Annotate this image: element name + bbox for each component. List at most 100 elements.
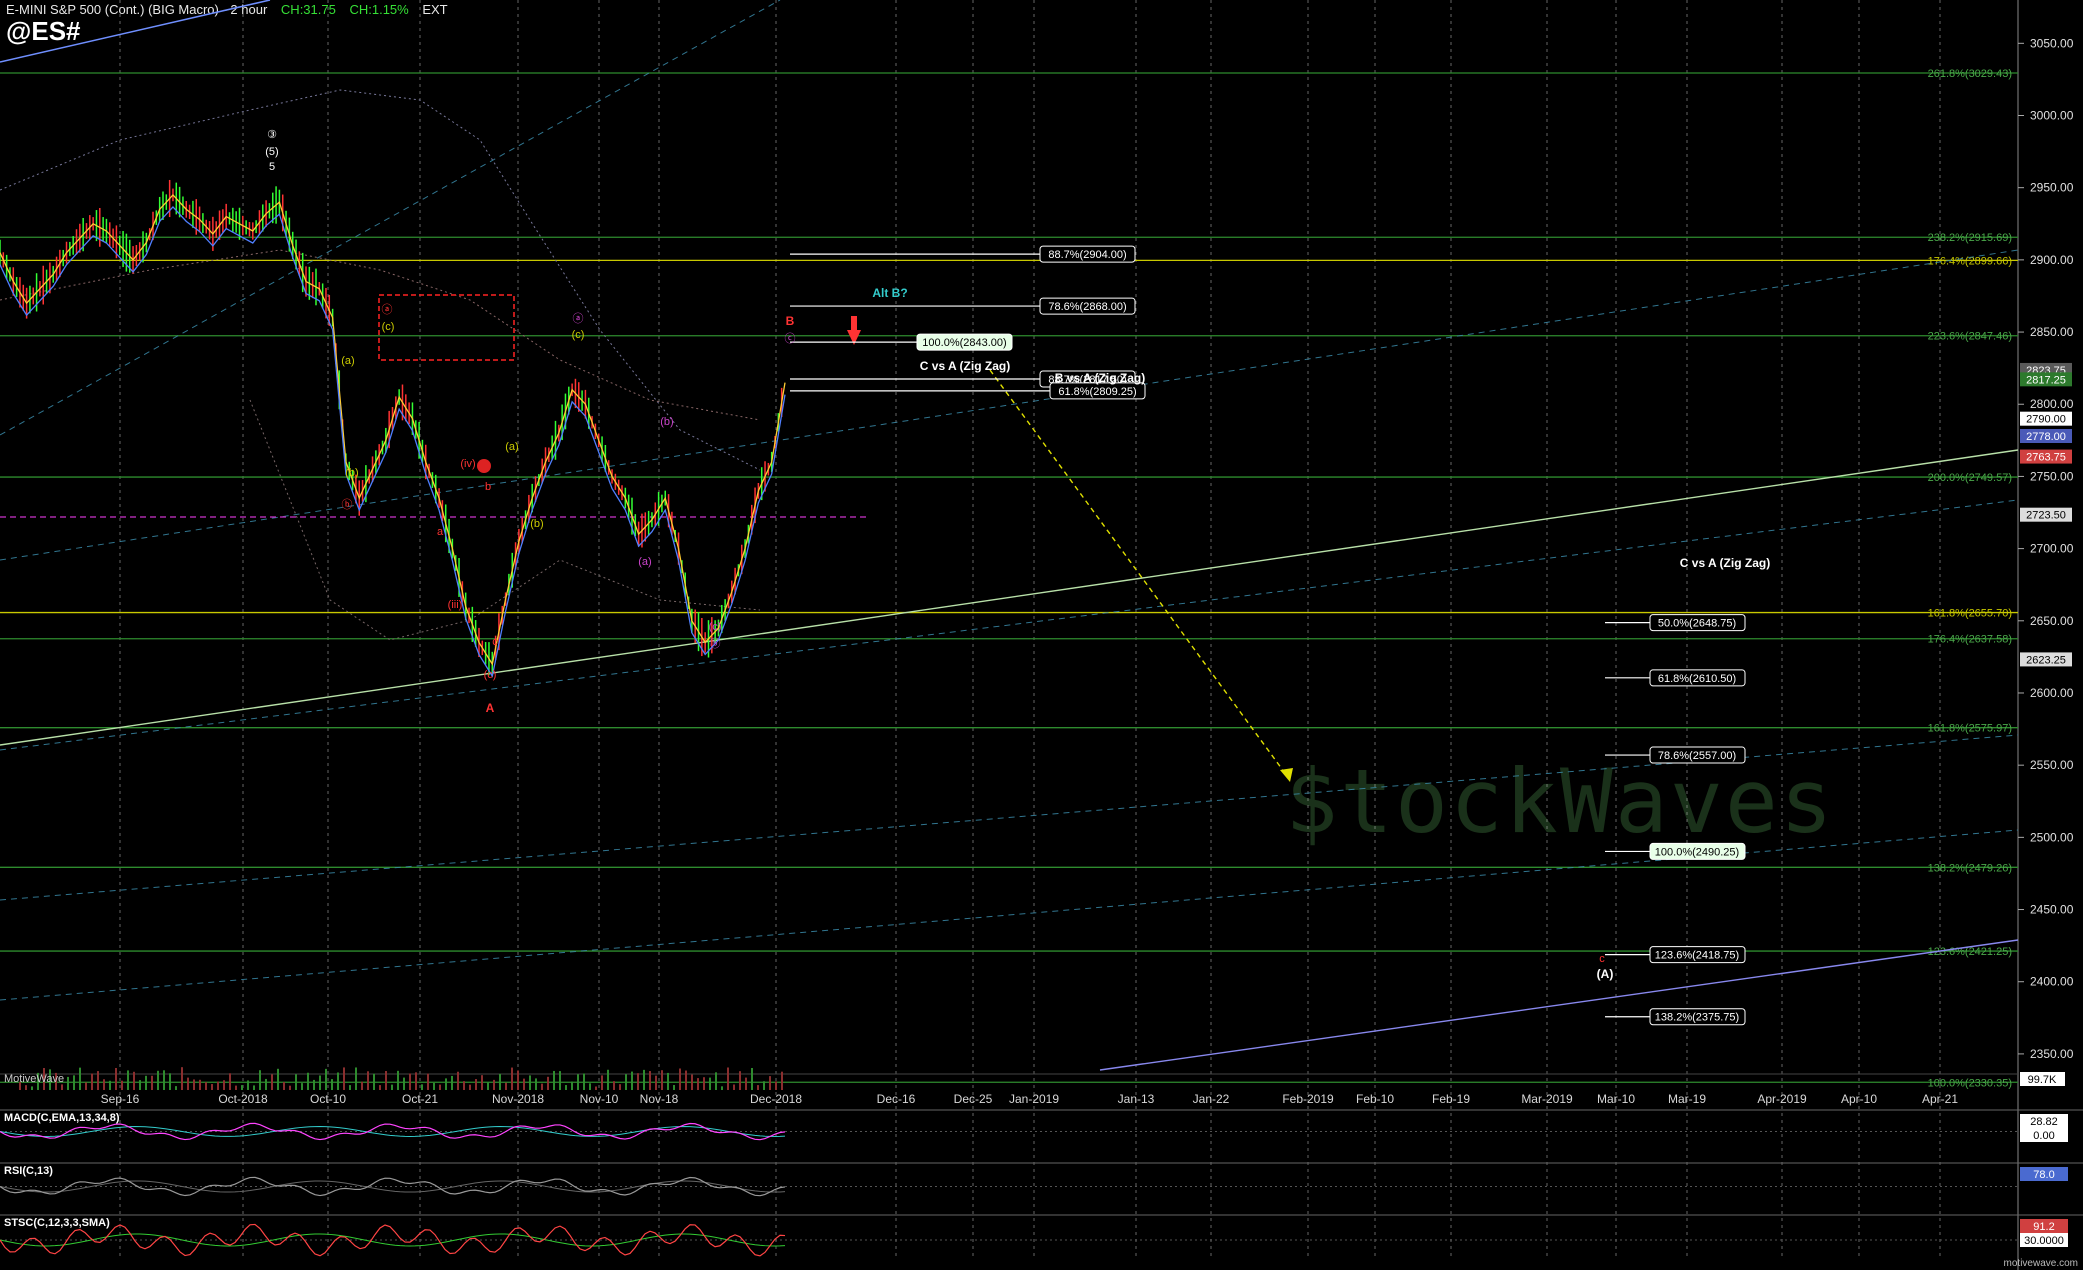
x-tick-label: Nov-2018: [492, 1092, 544, 1106]
indicator-name: STSC(C,12,3,3,SMA): [4, 1217, 110, 1229]
projection-path: [989, 369, 1291, 781]
indicator-line: [0, 1122, 786, 1141]
fib-label: 161.8%(2655.70): [1928, 608, 2012, 620]
indicator-name: MACD(C,EMA,13,34,8): [4, 1112, 120, 1124]
wave-label: C vs A (Zig Zag): [920, 359, 1010, 373]
x-tick-label: Mar-10: [1597, 1092, 1635, 1106]
x-tick-label: Oct-10: [310, 1092, 346, 1106]
x-tick-label: Jan-22: [1193, 1092, 1230, 1106]
wave-label: (iv): [460, 458, 475, 470]
axis-price-text: 2817.25: [2026, 374, 2066, 386]
wave-label: a: [437, 526, 444, 538]
wave-label: ③: [267, 129, 277, 141]
axis-price-text: 2790.00: [2026, 414, 2066, 426]
axis-price-text: 2723.50: [2026, 510, 2066, 522]
wave-label: (c): [572, 329, 585, 341]
y-tick-label: 2400.00: [2030, 975, 2074, 989]
x-tick-label: Nov-18: [640, 1092, 679, 1106]
wave-label: (iii): [448, 599, 463, 611]
x-tick-label: Feb-19: [1432, 1092, 1470, 1106]
axis-price-text: 2623.25: [2026, 654, 2066, 666]
channel-line: [0, 249, 2019, 561]
x-tick-label: Mar-19: [1668, 1092, 1706, 1106]
wave-label: (c): [382, 321, 395, 333]
fib-label: 261.8%(3029.43): [1928, 68, 2012, 80]
y-tick-label: 2350.00: [2030, 1047, 2074, 1061]
wave-label: B: [786, 314, 795, 328]
wave-label: ⓒ: [785, 332, 796, 345]
y-tick-label: 3000.00: [2030, 108, 2074, 122]
envelope-curve: [0, 249, 761, 421]
indicator-line: [0, 1176, 786, 1197]
x-tick-label: Oct-2018: [218, 1092, 268, 1106]
indicator-line: [0, 1126, 786, 1137]
target-label: 100.0%(2490.25): [1655, 846, 1739, 858]
indicator-value: 30.0000: [2024, 1235, 2064, 1247]
axis-price-text: 2778.00: [2026, 431, 2066, 443]
wave-label: (b): [345, 467, 358, 479]
x-tick-label: Dec-2018: [750, 1092, 802, 1106]
projection-arrow: [1280, 768, 1293, 782]
x-tick-label: Feb-10: [1356, 1092, 1394, 1106]
x-tick-label: Apr-10: [1841, 1092, 1877, 1106]
y-tick-label: 2950.00: [2030, 181, 2074, 195]
fib-label: 161.8%(2575.97): [1928, 723, 2012, 735]
wave-label: c: [492, 636, 498, 648]
wave-label: (b): [530, 518, 543, 530]
x-tick-label: Jan-2019: [1009, 1092, 1059, 1106]
wave-label: (a): [505, 441, 518, 453]
wave-label: ⓐ: [573, 312, 584, 325]
wave-label: (a): [341, 355, 354, 367]
wave-label: (A): [1597, 967, 1614, 981]
y-tick-label: 2550.00: [2030, 758, 2074, 772]
x-tick-label: Nov-10: [580, 1092, 619, 1106]
fib-label: 200.0%(2749.57): [1928, 472, 2012, 484]
wave-label: ⓑ: [710, 637, 721, 650]
chart-window: { "header": { "title": "E-MINI S&P 500 (…: [0, 0, 2083, 1270]
x-tick-label: Dec-16: [877, 1092, 916, 1106]
x-tick-label: Apr-2019: [1757, 1092, 1807, 1106]
indicator-value: 91.2: [2033, 1221, 2054, 1233]
target-label: 123.6%(2418.75): [1655, 950, 1739, 962]
wave-label: (c): [484, 669, 497, 681]
y-tick-label: 2800.00: [2030, 397, 2074, 411]
wave-label: B vs A (Zig Zag): [1055, 371, 1145, 385]
x-tick-label: Sep-16: [101, 1092, 140, 1106]
wave-label: (c): [709, 621, 722, 633]
x-tick-label: Jan-13: [1118, 1092, 1155, 1106]
fib-label: 176.4%(2637.58): [1928, 634, 2012, 646]
target-label: 88.7%(2904.00): [1048, 249, 1126, 261]
target-label: 138.2%(2375.75): [1655, 1012, 1739, 1024]
channel-line: [0, 0, 781, 436]
trend-line: [1099, 939, 2019, 1071]
y-tick-label: 2500.00: [2030, 830, 2074, 844]
chart-canvas[interactable]: Sep-16 Oct-2018 Oct-10 Oct-21 Nov-2018 Nov-10…: [0, 0, 2083, 1270]
indicator-value: 28.82: [2030, 1116, 2058, 1128]
indicator-line: [0, 1223, 786, 1257]
x-tick-label: Oct-21: [402, 1092, 438, 1106]
axis-price-text: 2763.75: [2026, 452, 2066, 464]
y-tick-label: 2450.00: [2030, 903, 2074, 917]
wave-label: b: [485, 481, 491, 493]
wave-label: c: [1599, 953, 1605, 965]
target-label: 100.0%(2843.00): [922, 337, 1006, 349]
wave-label: A: [486, 701, 495, 715]
y-tick-label: 2650.00: [2030, 614, 2074, 628]
y-tick-label: 2600.00: [2030, 686, 2074, 700]
wave-label: (5): [265, 146, 278, 158]
wave-label: ⓑ: [342, 498, 353, 511]
alert-marker: [477, 459, 491, 473]
volume-tag-text: 99.7K: [2028, 1074, 2057, 1086]
trend-line: [0, 0, 271, 63]
y-tick-label: 2850.00: [2030, 325, 2074, 339]
indicator-value: 78.0: [2033, 1169, 2054, 1181]
indicator-line: [0, 1233, 786, 1247]
trend-line: [0, 449, 2019, 746]
platform-label: MotiveWave: [4, 1073, 64, 1085]
wave-label: 5: [269, 161, 275, 173]
wave-label: (b): [660, 416, 673, 428]
fib-label: 123.6%(2421.25): [1928, 946, 2012, 958]
fib-label: 100.0%(2330.35): [1928, 1077, 2012, 1089]
down-arrow-shaft: [851, 316, 857, 330]
x-tick-label: Apr-21: [1922, 1092, 1958, 1106]
